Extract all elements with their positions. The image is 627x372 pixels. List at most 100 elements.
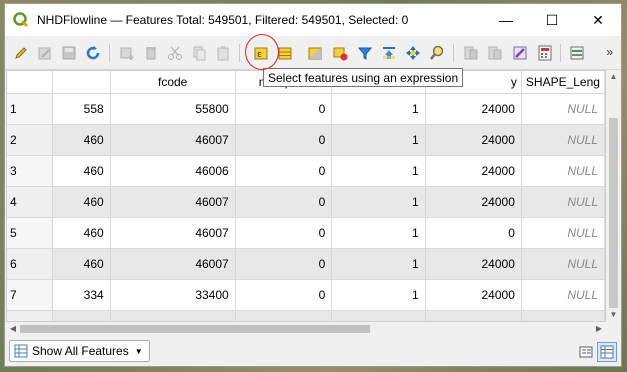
- save-edits-button[interactable]: [59, 43, 79, 63]
- table-row[interactable]: 1 558 55800 0 1 24000 NULL: [7, 93, 605, 125]
- table-cell[interactable]: 1: [331, 279, 426, 311]
- close-button[interactable]: ✕: [575, 4, 621, 36]
- invert-selection-button[interactable]: [305, 43, 325, 63]
- scroll-up-arrow-icon[interactable]: ▲: [606, 70, 621, 84]
- table-cell[interactable]: 46007: [110, 124, 236, 156]
- move-selection-top-button[interactable]: [379, 43, 399, 63]
- table-row[interactable]: 7 334 33400 0 1 24000 NULL: [7, 279, 605, 311]
- table-cell[interactable]: 46006: [110, 155, 236, 187]
- table-cell[interactable]: 460: [52, 217, 111, 249]
- table-cell[interactable]: 460: [52, 124, 111, 156]
- filter-button[interactable]: [355, 43, 375, 63]
- maximize-button[interactable]: ☐: [529, 4, 575, 36]
- table-cell[interactable]: 0: [235, 186, 333, 218]
- table-cell[interactable]: NULL: [521, 124, 605, 156]
- table-cell[interactable]: 1: [331, 93, 426, 125]
- vertical-scroll-thumb[interactable]: [609, 118, 618, 308]
- field-calculator-button[interactable]: [535, 43, 555, 63]
- column-header-fcode[interactable]: fcode: [110, 71, 236, 94]
- table-view-button[interactable]: [597, 342, 617, 362]
- table-row[interactable]: 3 460 46006 0 1 24000 NULL: [7, 155, 605, 187]
- delete-field-button[interactable]: [485, 43, 505, 63]
- cut-button[interactable]: [165, 43, 185, 63]
- table-cell[interactable]: 1: [331, 124, 426, 156]
- table-cell[interactable]: NULL: [521, 186, 605, 218]
- table-cell[interactable]: NULL: [521, 310, 605, 321]
- table-cell[interactable]: 24000: [425, 93, 522, 125]
- table-cell[interactable]: 460: [52, 248, 111, 280]
- deselect-all-button[interactable]: [330, 43, 350, 63]
- table-row[interactable]: 2 460 46007 0 1 24000 NULL: [7, 124, 605, 156]
- organize-columns-button[interactable]: [510, 43, 530, 63]
- table-cell[interactable]: 1: [331, 248, 426, 280]
- table-cell[interactable]: 24000: [425, 186, 522, 218]
- conditional-formatting-button[interactable]: [567, 43, 587, 63]
- table-cell[interactable]: 46007: [110, 217, 236, 249]
- toolbar-overflow-button[interactable]: »: [606, 45, 613, 59]
- column-header[interactable]: [52, 71, 111, 94]
- table-cell[interactable]: 24000: [425, 248, 522, 280]
- table-cell[interactable]: 33400: [110, 279, 236, 311]
- reload-button[interactable]: [83, 43, 103, 63]
- minimize-button[interactable]: —: [483, 4, 529, 36]
- table-cell[interactable]: 0: [235, 155, 333, 187]
- row-number[interactable]: 4: [7, 186, 53, 218]
- row-number[interactable]: 6: [7, 248, 53, 280]
- zoom-to-selection-button[interactable]: [427, 43, 447, 63]
- table-cell[interactable]: NULL: [521, 155, 605, 187]
- delete-feature-button[interactable]: [141, 43, 161, 63]
- toggle-editing-button[interactable]: [11, 43, 31, 63]
- table-cell[interactable]: 0: [235, 279, 333, 311]
- vertical-scrollbar[interactable]: ▲ ▼: [606, 70, 621, 322]
- table-cell[interactable]: 460: [52, 155, 111, 187]
- table-cell[interactable]: NULL: [521, 279, 605, 311]
- table-row[interactable]: 8 460 46006 0 1 100000 NULL: [7, 310, 605, 321]
- row-number[interactable]: 5: [7, 217, 53, 249]
- table-cell[interactable]: 1: [331, 186, 426, 218]
- copy-button[interactable]: [189, 43, 209, 63]
- row-number[interactable]: 3: [7, 155, 53, 187]
- feature-filter-dropdown[interactable]: Show All Features ▼: [9, 340, 150, 362]
- form-view-button[interactable]: [576, 342, 596, 362]
- table-cell[interactable]: 334: [52, 279, 111, 311]
- table-cell[interactable]: NULL: [521, 248, 605, 280]
- new-field-button[interactable]: [461, 43, 481, 63]
- table-cell[interactable]: 1: [331, 310, 426, 321]
- table-cell[interactable]: 460: [52, 310, 111, 321]
- table-cell[interactable]: 24000: [425, 279, 522, 311]
- table-row[interactable]: 4 460 46007 0 1 24000 NULL: [7, 186, 605, 218]
- table-cell[interactable]: 0: [235, 93, 333, 125]
- table-cell[interactable]: 55800: [110, 93, 236, 125]
- horizontal-scroll-thumb[interactable]: [20, 325, 370, 333]
- scroll-right-arrow-icon[interactable]: ▶: [592, 322, 606, 336]
- row-number[interactable]: 8: [7, 310, 53, 321]
- table-cell[interactable]: 24000: [425, 155, 522, 187]
- table-cell[interactable]: 1: [331, 217, 426, 249]
- row-number[interactable]: 7: [7, 279, 53, 311]
- table-cell[interactable]: 0: [235, 248, 333, 280]
- corner-header[interactable]: [7, 71, 53, 94]
- table-cell[interactable]: NULL: [521, 217, 605, 249]
- row-number[interactable]: 2: [7, 124, 53, 156]
- table-row[interactable]: 5 460 46007 0 1 0 NULL: [7, 217, 605, 249]
- table-cell[interactable]: 0: [425, 217, 522, 249]
- table-cell[interactable]: 46007: [110, 248, 236, 280]
- table-cell[interactable]: NULL: [521, 93, 605, 125]
- table-cell[interactable]: 100000: [425, 310, 522, 321]
- paste-button[interactable]: [213, 43, 233, 63]
- table-cell[interactable]: 1: [331, 155, 426, 187]
- table-cell[interactable]: 558: [52, 93, 111, 125]
- table-cell[interactable]: 24000: [425, 124, 522, 156]
- horizontal-scrollbar[interactable]: ◀ ▶: [6, 322, 606, 336]
- table-cell[interactable]: 0: [235, 217, 333, 249]
- row-number[interactable]: 1: [7, 93, 53, 125]
- table-cell[interactable]: 0: [235, 124, 333, 156]
- scroll-down-arrow-icon[interactable]: ▼: [606, 308, 621, 322]
- table-cell[interactable]: 0: [235, 310, 333, 321]
- pan-to-selection-button[interactable]: [403, 43, 423, 63]
- toggle-multi-edit-button[interactable]: [35, 43, 55, 63]
- column-header-shape-leng[interactable]: SHAPE_Leng: [521, 71, 605, 94]
- scroll-left-arrow-icon[interactable]: ◀: [6, 322, 20, 336]
- table-cell[interactable]: 46007: [110, 186, 236, 218]
- table-cell[interactable]: 46006: [110, 310, 236, 321]
